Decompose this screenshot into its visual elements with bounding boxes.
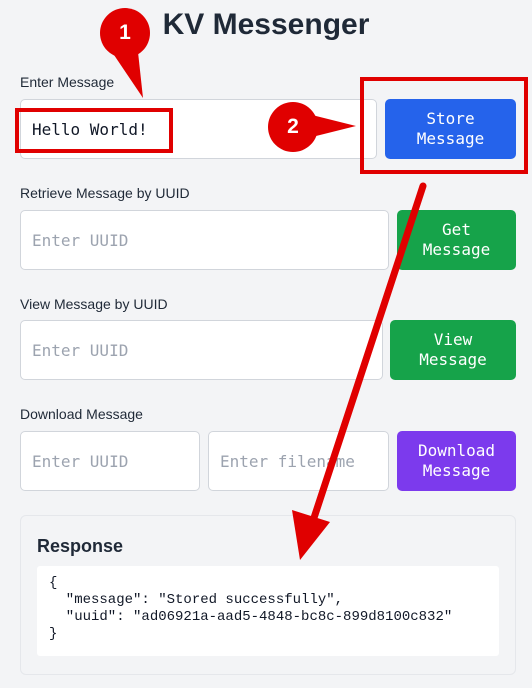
annotation-badge-1: 1 [100,8,150,58]
annotation-badge-2: 2 [268,102,318,152]
annotation-arrows [112,52,427,560]
annotation-arrow-head [292,510,330,560]
annotation-arrow-shaft [306,182,427,534]
annotation-pointer-1 [112,52,143,98]
